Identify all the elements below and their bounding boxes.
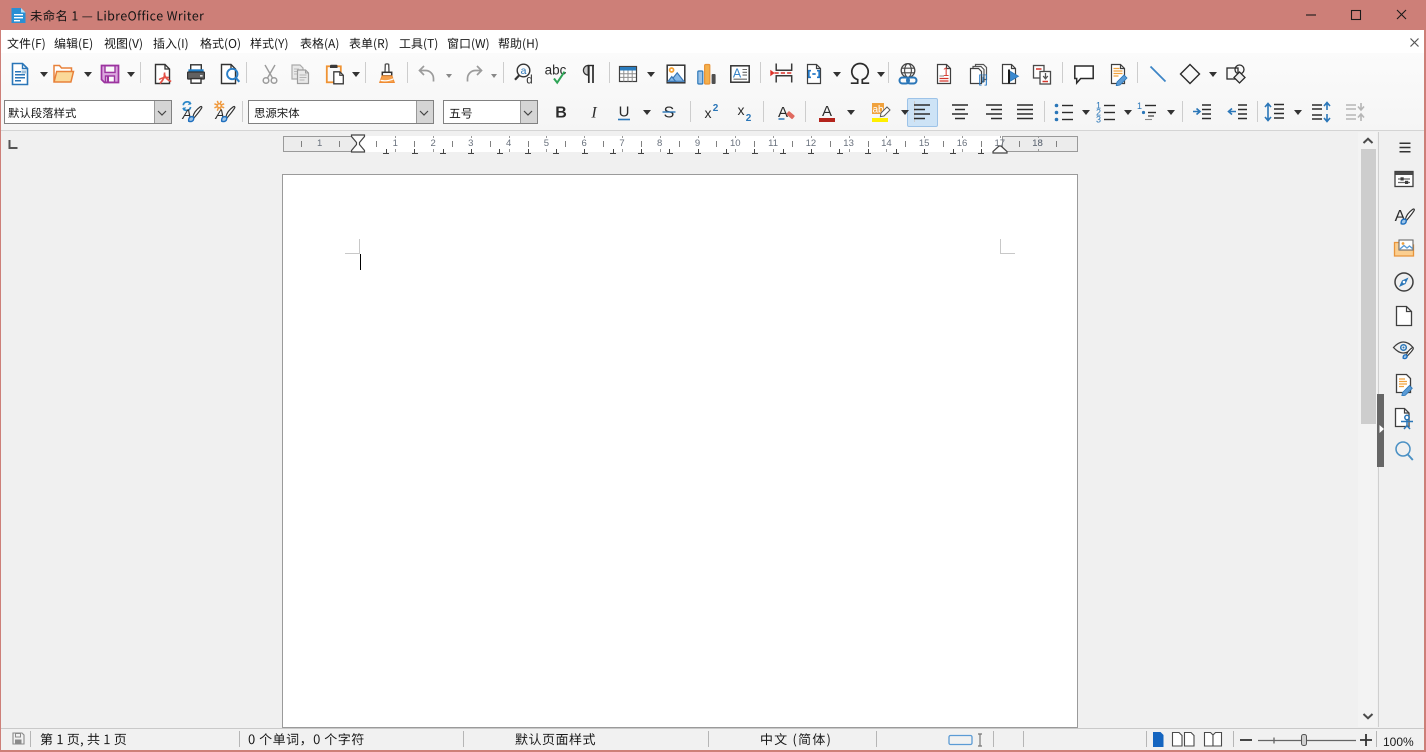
svg-text:2: 2 <box>713 103 719 114</box>
svg-text:[i]: [i] <box>978 72 987 86</box>
svg-text:x: x <box>705 105 712 121</box>
svg-text:I: I <box>590 105 597 122</box>
svg-text:S: S <box>664 105 675 122</box>
svg-text:d: d <box>526 75 532 87</box>
svg-text:1: 1 <box>1137 101 1142 111</box>
svg-text:A: A <box>733 67 742 81</box>
svg-text:3: 3 <box>1096 115 1101 125</box>
svg-text:x: x <box>738 102 745 118</box>
svg-text:1: 1 <box>943 67 949 79</box>
svg-text:U: U <box>619 104 630 121</box>
svg-text:A: A <box>822 103 832 120</box>
svg-text:B: B <box>555 105 567 122</box>
svg-text:2: 2 <box>746 113 752 124</box>
